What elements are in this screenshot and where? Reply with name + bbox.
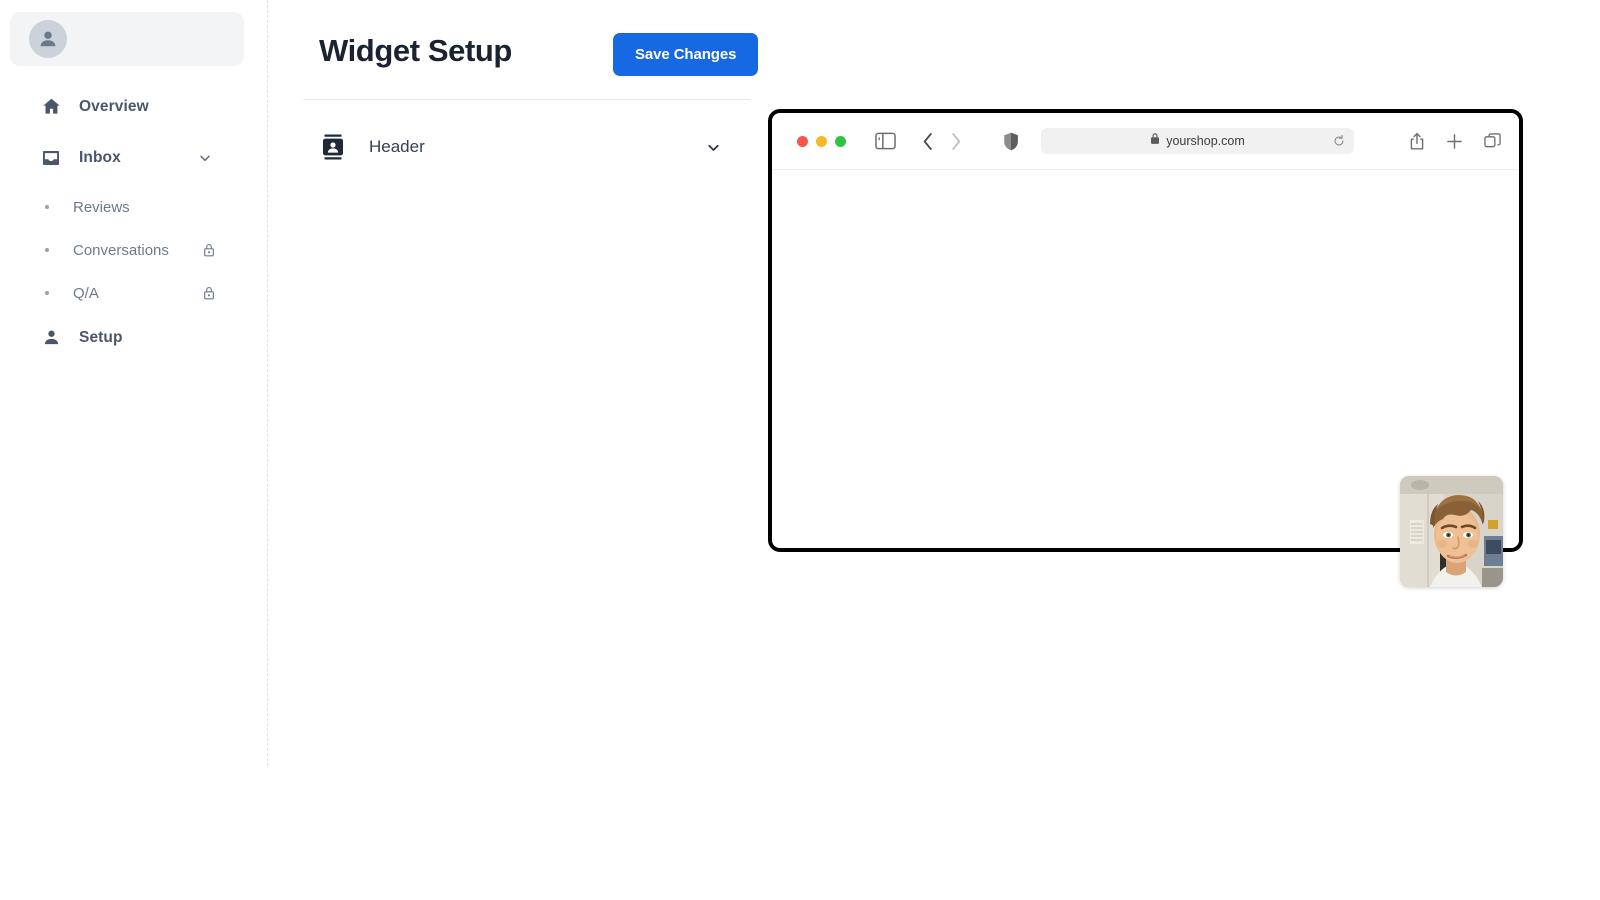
browser-viewport (772, 170, 1519, 587)
url-text: yourshop.com (1166, 134, 1245, 148)
accordion-label: Header (369, 137, 425, 156)
new-tab-plus-icon[interactable] (1446, 133, 1463, 150)
accordion-header-section[interactable]: Header (303, 122, 750, 172)
main-content: Widget Setup Save Changes Header yoursho… (268, 0, 1600, 900)
share-icon[interactable] (1409, 132, 1425, 151)
home-icon (40, 96, 62, 118)
url-content: yourshop.com (1150, 132, 1245, 150)
sidebar-nav: Overview Inbox Reviews Conversations Q/A… (0, 88, 268, 370)
bullet-dot-icon (45, 248, 49, 252)
sidebar-subitem-label: Q/A (73, 284, 99, 302)
tab-overview-icon[interactable] (1484, 132, 1501, 150)
sidebar-item-qa[interactable]: Q/A (0, 276, 268, 310)
close-window-icon[interactable] (797, 135, 808, 147)
browser-preview-mockup: yourshop.com (768, 109, 1523, 587)
page-title: Widget Setup (319, 33, 512, 68)
inbox-icon (40, 147, 62, 169)
sidebar: Overview Inbox Reviews Conversations Q/A… (0, 0, 268, 900)
sidebar-item-overview[interactable]: Overview (0, 88, 268, 125)
chevron-down-icon[interactable] (197, 150, 213, 166)
sidebar-subitem-label: Conversations (73, 241, 169, 259)
browser-toolbar: yourshop.com (772, 113, 1519, 170)
lock-icon (202, 286, 216, 301)
sidebar-item-inbox[interactable]: Inbox (0, 139, 268, 176)
sidebar-item-label: Inbox (79, 148, 121, 166)
bullet-dot-icon (45, 291, 49, 295)
forward-chevron-icon[interactable] (950, 132, 962, 151)
sidebar-item-label: Setup (79, 328, 123, 346)
minimize-window-icon[interactable] (816, 135, 827, 147)
zoom-window-icon[interactable] (835, 135, 846, 147)
contact-card-icon (320, 134, 346, 160)
app-root: Overview Inbox Reviews Conversations Q/A… (0, 0, 1600, 900)
shield-privacy-icon[interactable] (1003, 132, 1019, 151)
lock-icon (202, 243, 216, 258)
sidebar-subitem-label: Reviews (73, 198, 130, 216)
section-divider (303, 99, 750, 100)
sidebar-item-reviews[interactable]: Reviews (0, 190, 268, 224)
sidebar-item-label: Overview (79, 97, 149, 115)
webcam-video-thumbnail[interactable] (1400, 476, 1503, 587)
save-changes-button[interactable]: Save Changes (613, 33, 759, 76)
sidebar-item-conversations[interactable]: Conversations (0, 233, 268, 267)
sidebar-toggle-icon[interactable] (875, 132, 896, 150)
url-bar[interactable]: yourshop.com (1041, 128, 1354, 154)
bullet-dot-icon (45, 205, 49, 209)
sidebar-item-setup[interactable]: Setup (0, 319, 268, 356)
account-switcher[interactable] (10, 12, 244, 66)
reload-icon[interactable] (1333, 134, 1345, 148)
lock-icon (1150, 132, 1160, 150)
back-chevron-icon[interactable] (922, 132, 934, 151)
chevron-down-icon[interactable] (705, 139, 722, 156)
person-icon (40, 327, 62, 349)
person-avatar-icon (29, 20, 67, 58)
window-traffic-lights (797, 135, 846, 147)
webcam-frame (1400, 476, 1503, 587)
